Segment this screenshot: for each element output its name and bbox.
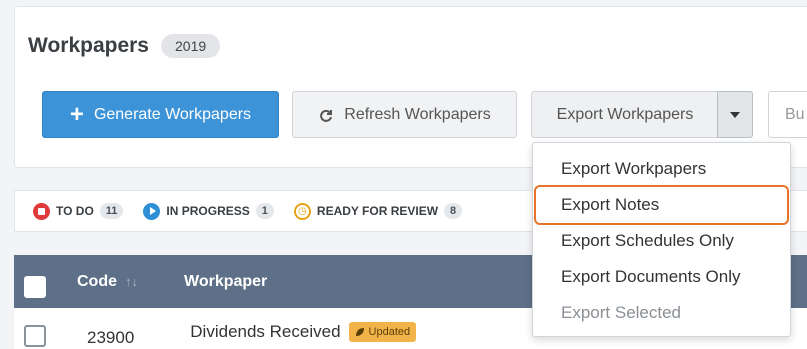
- sort-icon: ↑↓: [125, 274, 138, 289]
- export-dropdown-toggle[interactable]: [717, 91, 753, 138]
- filter-in-progress-count: 1: [255, 203, 274, 219]
- export-workpapers-button[interactable]: Export Workpapers: [531, 91, 718, 138]
- row-workpaper-cell: Dividends Received Updated: [190, 321, 417, 342]
- filter-ready-for-review[interactable]: ◷ READY FOR REVIEW 8: [293, 202, 463, 220]
- updated-badge-label: Updated: [368, 325, 411, 338]
- filter-ready-for-review-label: READY FOR REVIEW: [316, 204, 439, 218]
- row-code: 23900: [87, 327, 135, 347]
- refresh-workpapers-button[interactable]: Refresh Workpapers: [292, 91, 517, 138]
- leaf-icon: [355, 327, 364, 336]
- column-header-code-label: Code: [77, 272, 117, 290]
- select-all-checkbox[interactable]: [24, 275, 46, 298]
- plus-icon: +: [69, 100, 84, 128]
- row-checkbox[interactable]: [24, 324, 46, 347]
- generate-workpapers-label: Generate Workpapers: [93, 105, 252, 123]
- export-dropdown-menu: Export Workpapers Export Notes Export Sc…: [532, 142, 791, 337]
- year-badge: 2019: [161, 34, 221, 58]
- column-header-code[interactable]: Code ↑↓: [77, 273, 138, 291]
- stop-icon: [33, 202, 50, 220]
- title-row: Workpapers 2019: [28, 34, 221, 58]
- filter-ready-for-review-count: 8: [444, 203, 463, 219]
- menu-item-export-documents-only[interactable]: Export Documents Only: [533, 259, 790, 295]
- refresh-workpapers-label: Refresh Workpapers: [344, 105, 491, 123]
- filter-in-progress[interactable]: IN PROGRESS 1: [143, 202, 274, 220]
- caret-down-icon: [730, 111, 740, 118]
- export-workpapers-label: Export Workpapers: [556, 105, 694, 123]
- filter-in-progress-label: IN PROGRESS: [166, 204, 250, 218]
- menu-item-export-selected[interactable]: Export Selected: [533, 295, 790, 331]
- refresh-icon: [320, 109, 333, 122]
- partial-button-label: Bu: [785, 105, 805, 123]
- filter-to-do-count: 11: [99, 203, 124, 219]
- play-icon: [143, 202, 161, 220]
- menu-item-export-workpapers[interactable]: Export Workpapers: [533, 151, 790, 187]
- row-workpaper-name[interactable]: Dividends Received: [190, 322, 340, 342]
- column-header-workpaper: Workpaper: [184, 272, 268, 290]
- menu-item-export-notes[interactable]: Export Notes: [534, 185, 789, 225]
- page: Workpapers 2019 + Generate Workpapers Re…: [0, 0, 807, 349]
- menu-item-export-schedules-only[interactable]: Export Schedules Only: [533, 223, 790, 259]
- page-title: Workpapers: [28, 34, 149, 57]
- clock-icon: ◷: [293, 202, 311, 220]
- partial-button[interactable]: Bu: [768, 91, 807, 138]
- generate-workpapers-button[interactable]: + Generate Workpapers: [42, 91, 279, 138]
- filter-to-do-label: TO DO: [56, 204, 94, 218]
- updated-badge: Updated: [348, 321, 417, 342]
- filter-to-do[interactable]: TO DO 11: [33, 202, 124, 220]
